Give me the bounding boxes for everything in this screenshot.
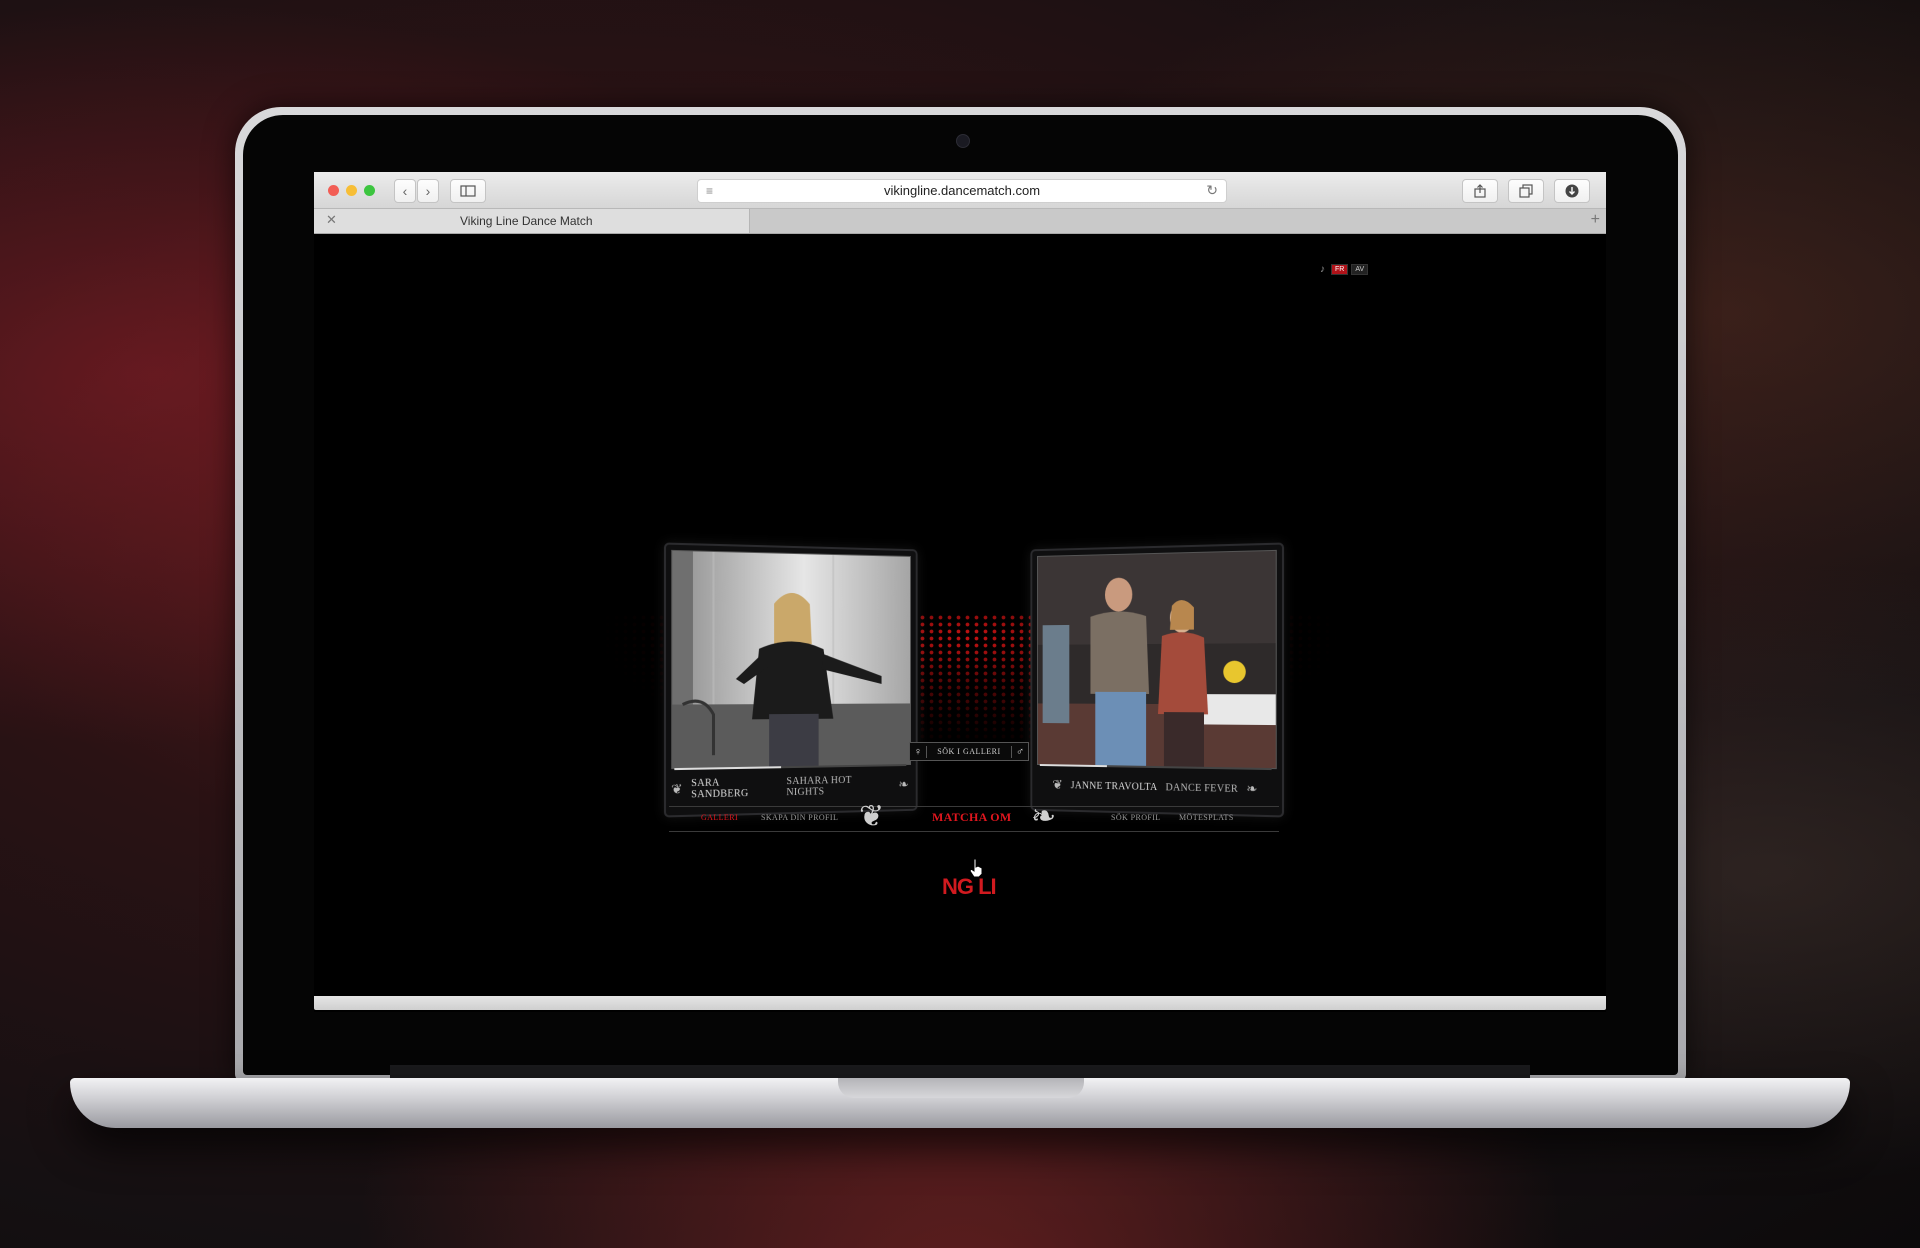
tab-bar: ✕ Viking Line Dance Match + xyxy=(314,209,1606,234)
tab-active[interactable]: ✕ Viking Line Dance Match xyxy=(314,209,750,233)
dancer-video-right[interactable] xyxy=(1037,550,1277,769)
sidebar-button[interactable] xyxy=(450,179,486,203)
dancer-name: JANNE TRAVOLTA xyxy=(1071,780,1158,793)
back-button[interactable]: ‹ xyxy=(394,179,416,203)
language-switcher: ♪ FR AV xyxy=(1317,262,1368,276)
language-av[interactable]: AV xyxy=(1351,264,1368,275)
close-window-button[interactable] xyxy=(328,185,339,196)
reload-icon[interactable]: ↻ xyxy=(1206,182,1218,199)
flourish-icon: ❧ xyxy=(899,777,910,793)
video-progress-fill-right xyxy=(1040,764,1107,767)
female-icon[interactable]: ♀ xyxy=(910,746,927,758)
hand-cursor-icon xyxy=(969,858,983,878)
share-icon xyxy=(1473,184,1487,198)
search-gallery-button[interactable]: ♀ SÖK I GALLERI ♂ xyxy=(909,742,1029,761)
horizontal-scrollbar[interactable] xyxy=(314,996,1606,1010)
nav-item-motesplats[interactable]: MÖTESPLATS xyxy=(1179,813,1234,822)
tab-title: Viking Line Dance Match xyxy=(460,214,593,228)
url-text: vikingline.dancematch.com xyxy=(698,180,1226,202)
close-tab-icon[interactable]: ✕ xyxy=(326,212,337,228)
dancer-video-left[interactable] xyxy=(671,550,911,769)
laptop-hinge xyxy=(390,1065,1530,1079)
share-button[interactable] xyxy=(1462,179,1498,203)
laptop-notch xyxy=(838,1078,1084,1098)
forward-button[interactable]: › xyxy=(417,179,439,203)
sidebar-icon xyxy=(460,185,476,197)
chevron-left-icon: ‹ xyxy=(403,183,408,199)
zoom-window-button[interactable] xyxy=(364,185,375,196)
dancer-card-left[interactable]: ❦ SARA SANDBERG SAHARA HOT NIGHTS ❧ xyxy=(664,543,918,818)
ornament-left-icon: ❦ xyxy=(859,799,884,835)
male-icon[interactable]: ♂ xyxy=(1011,746,1028,758)
nav-item-galleri[interactable]: GALLERI xyxy=(701,813,738,822)
flourish-icon: ❦ xyxy=(671,781,683,798)
language-fr[interactable]: FR xyxy=(1331,264,1348,275)
tabs-overview-button[interactable] xyxy=(1508,179,1544,203)
dancer-card-right[interactable]: ❦ JANNE TRAVOLTA DANCE FEVER ❧ xyxy=(1030,543,1284,818)
tabs-overview-icon xyxy=(1519,184,1533,198)
flourish-icon: ❦ xyxy=(1052,777,1063,793)
new-tab-icon[interactable]: + xyxy=(1591,211,1600,229)
ornament-right-icon: ❧ xyxy=(1031,799,1056,835)
dancer-caption-right: ❦ JANNE TRAVOLTA DANCE FEVER ❧ xyxy=(1037,768,1275,807)
main-nav: GALLERI SKAPA DIN PROFIL ❦ MATCHA OM ❧ S… xyxy=(669,806,1279,832)
nav-item-matcha-om[interactable]: MATCHA OM xyxy=(932,810,1011,825)
camera-icon xyxy=(956,134,970,148)
nav-item-skapa-din-profil[interactable]: SKAPA DIN PROFIL xyxy=(761,813,838,822)
nav-item-sok-profil[interactable]: SÖK PROFIL xyxy=(1111,813,1161,822)
page-content: ♪ FR AV ❦ SARA SANDBERG SAHARA HOT NIGHT… xyxy=(314,234,1606,994)
address-bar[interactable]: ≡ vikingline.dancematch.com ↻ xyxy=(697,179,1227,203)
song-title: SAHARA HOT NIGHTS xyxy=(786,774,890,798)
song-title: DANCE FEVER xyxy=(1165,782,1238,795)
minimize-window-button[interactable] xyxy=(346,185,357,196)
download-icon xyxy=(1565,184,1579,198)
chevron-right-icon: › xyxy=(426,183,431,199)
browser-toolbar: ‹ › ≡ vikingline.dancematch.com ↻ xyxy=(314,172,1606,209)
flourish-icon: ❧ xyxy=(1246,781,1258,798)
search-gallery-label: SÖK I GALLERI xyxy=(927,747,1011,756)
video-frame-couple-dancing xyxy=(1038,551,1276,768)
video-frame-woman-dancing xyxy=(672,551,910,768)
downloads-button[interactable] xyxy=(1554,179,1590,203)
music-note-icon[interactable]: ♪ xyxy=(1317,263,1328,276)
browser-window: ‹ › ≡ vikingline.dancematch.com ↻ ✕ Viki… xyxy=(314,172,1606,1012)
dancer-name: SARA SANDBERG xyxy=(691,776,778,800)
